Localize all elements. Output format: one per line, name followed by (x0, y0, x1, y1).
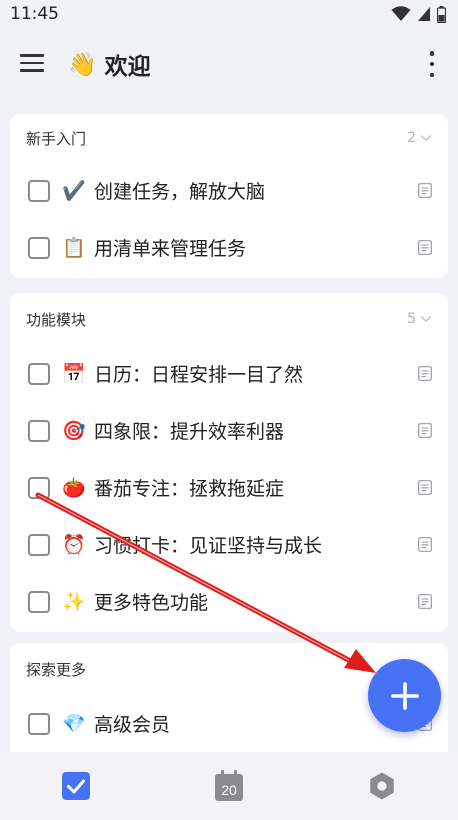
note-icon (418, 537, 432, 552)
task-title: 日历：日程安排一目了然 (94, 364, 304, 386)
calendar-emoji-icon: 📅 (62, 362, 86, 385)
tomato-emoji-icon: 🍅 (62, 476, 86, 499)
task-checkbox[interactable] (28, 590, 50, 613)
task-checkbox[interactable] (28, 476, 50, 499)
note-icon (418, 366, 432, 381)
more-vertical-icon[interactable] (428, 51, 436, 77)
task-checkbox[interactable] (28, 236, 50, 259)
note-icon (418, 594, 432, 609)
tab-tasks[interactable] (56, 766, 96, 806)
section-card-features: 功能模块 5 📅 日历：日程安排一目了然 🎯 四象限：提升效率利器 🍅 番茄专注… (10, 293, 448, 632)
section-count[interactable]: 5 (407, 311, 432, 327)
note-icon (418, 480, 432, 495)
task-checkbox[interactable] (28, 362, 50, 385)
calendar-day-number: 20 (221, 782, 237, 798)
add-task-button[interactable] (368, 659, 441, 732)
sparkles-emoji-icon: ✨ (62, 590, 86, 613)
section-header[interactable]: 新手入门 2 (10, 114, 448, 162)
task-row[interactable]: 📅 日历：日程安排一目了然 (10, 345, 448, 402)
check-mark-emoji-icon: ✔️ (62, 179, 86, 202)
status-bar: 11:45 (0, 0, 458, 28)
task-title: 习惯打卡：见证坚持与成长 (94, 535, 323, 557)
task-row[interactable]: 📋 用清单来管理任务 (10, 219, 448, 276)
task-row[interactable]: ✨ 更多特色功能 (10, 573, 448, 630)
target-emoji-icon: 🎯 (62, 419, 86, 442)
status-icons (391, 5, 446, 23)
tab-calendar[interactable]: 20 (209, 766, 249, 806)
tab-more[interactable] (362, 766, 402, 806)
section-title: 探索更多 (26, 660, 87, 679)
plus-icon (390, 681, 419, 710)
task-title: 用清单来管理任务 (94, 238, 247, 260)
task-title: 四象限：提升效率利器 (94, 421, 285, 443)
section-count-value: 5 (407, 311, 416, 327)
task-title: 创建任务，解放大脑 (94, 181, 266, 203)
section-header[interactable]: 功能模块 5 (10, 293, 448, 345)
note-icon (418, 240, 432, 255)
task-row[interactable]: ✔️ 创建任务，解放大脑 (10, 162, 448, 219)
alarm-clock-emoji-icon: ⏰ (62, 533, 86, 556)
chevron-down-icon (420, 134, 432, 141)
hamburger-menu-icon[interactable] (20, 54, 44, 74)
task-checkbox[interactable] (28, 712, 50, 735)
bottom-nav: 20 (0, 752, 458, 820)
app-bar: 👋 欢迎 (0, 36, 458, 92)
wifi-icon (391, 6, 411, 21)
cellular-signal-icon (418, 7, 430, 21)
task-row[interactable]: 🎯 四象限：提升效率利器 (10, 402, 448, 459)
note-icon (418, 183, 432, 198)
hexagon-settings-icon (369, 772, 394, 800)
page-title: 👋 欢迎 (68, 48, 151, 81)
battery-icon (437, 5, 446, 23)
task-row[interactable]: ⏰ 习惯打卡：见证坚持与成长 (10, 516, 448, 573)
calendar-tab-icon: 20 (214, 770, 243, 801)
section-count-value: 2 (407, 130, 416, 146)
task-title: 番茄专注：拯救拖延症 (94, 478, 285, 500)
task-checkbox[interactable] (28, 533, 50, 556)
section-card-getting-started: 新手入门 2 ✔️ 创建任务，解放大脑 📋 用清单来管理任务 (10, 114, 448, 278)
note-icon (418, 423, 432, 438)
section-title: 功能模块 (26, 310, 87, 329)
task-checkbox[interactable] (28, 419, 50, 442)
section-title: 新手入门 (26, 129, 87, 148)
wave-emoji-icon: 👋 (68, 51, 97, 78)
task-row[interactable]: 🍅 番茄专注：拯救拖延症 (10, 459, 448, 516)
clipboard-emoji-icon: 📋 (62, 236, 86, 259)
task-checkbox[interactable] (28, 179, 50, 202)
checkbox-tab-icon (62, 772, 91, 800)
status-time: 11:45 (10, 4, 59, 24)
gem-emoji-icon: 💎 (62, 712, 86, 735)
section-count[interactable]: 2 (407, 130, 432, 146)
page-title-text: 欢迎 (104, 54, 151, 80)
chevron-down-icon (420, 315, 432, 322)
task-title: 更多特色功能 (94, 592, 209, 614)
